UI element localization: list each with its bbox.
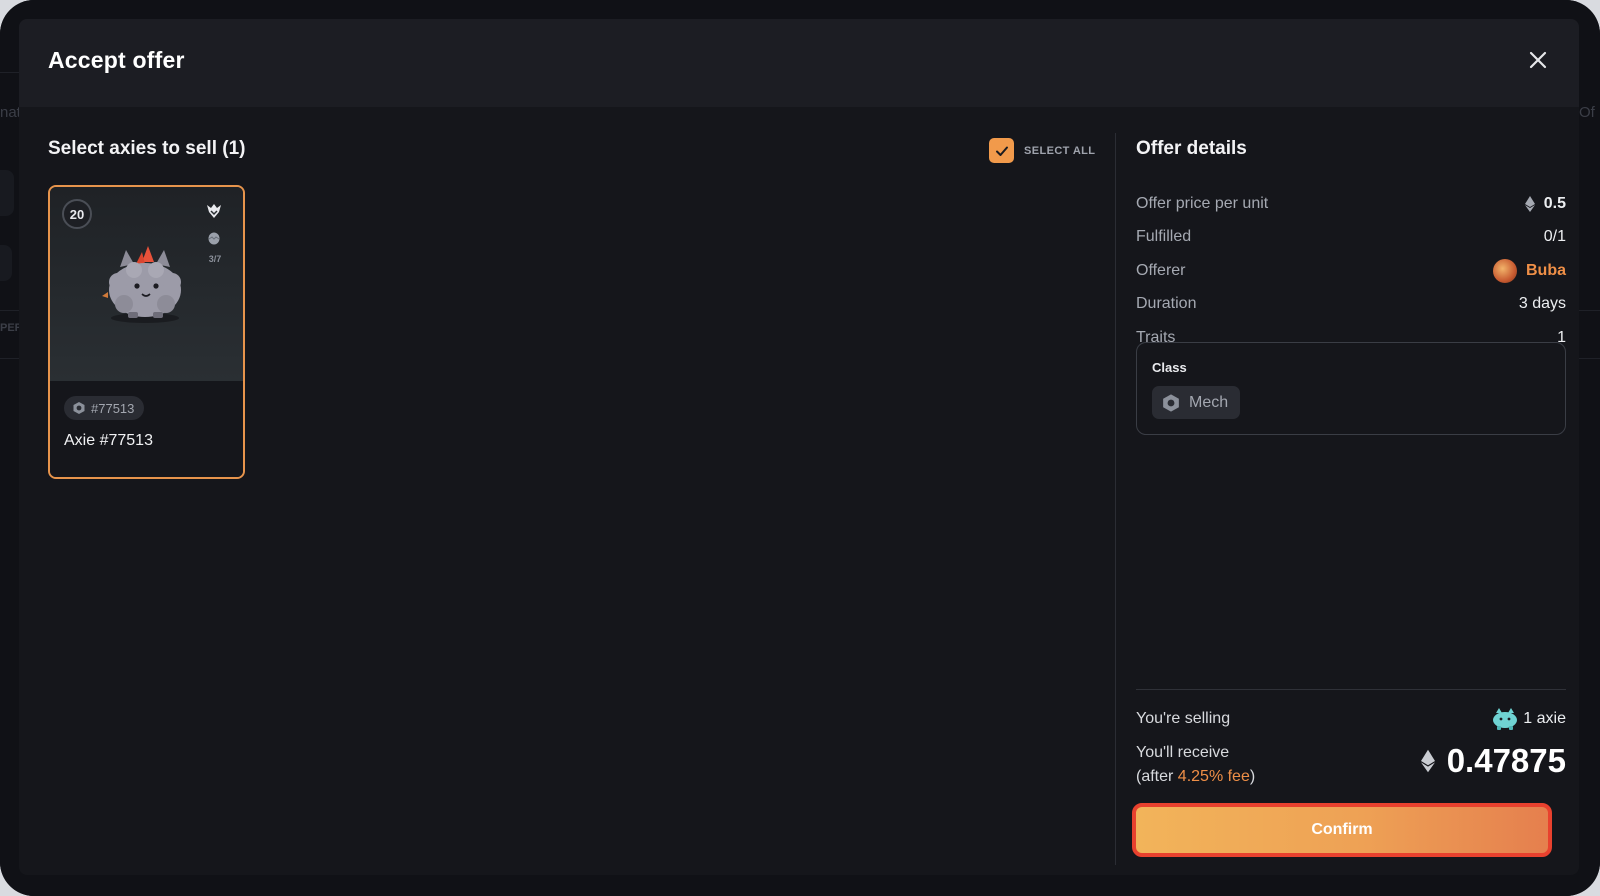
- offerer-link[interactable]: Buba: [1526, 262, 1566, 280]
- axie-name: Axie #77513: [64, 432, 153, 449]
- axie-illustration: [102, 246, 181, 323]
- selling-value: 1 axie: [1490, 707, 1566, 731]
- background-box: [0, 170, 14, 216]
- panel-divider: [1115, 133, 1116, 865]
- duration-row: Duration 3 days: [1136, 293, 1566, 315]
- background-divider: [1579, 358, 1600, 359]
- fulfilled-value: 0/1: [1543, 228, 1566, 245]
- axie-count-icon: [1493, 708, 1518, 730]
- axie-id-chip: #77513: [64, 396, 145, 420]
- receive-amount-value: 0.47875: [1446, 742, 1566, 779]
- mech-hexagon-icon: [1163, 393, 1179, 412]
- axie-id-label: #77513: [91, 400, 135, 416]
- accept-offer-modal: Accept offer Select axies to sell (1) SE…: [19, 19, 1579, 875]
- mech-hexagon-icon: [73, 402, 85, 414]
- select-all-toggle[interactable]: SELECT ALL: [989, 137, 1095, 164]
- class-trait-title: Class: [1152, 360, 1187, 375]
- offer-price-label: Offer price per unit: [1136, 195, 1269, 212]
- receive-prefix: (after: [1136, 768, 1178, 785]
- offer-price-row: Offer price per unit 0.5: [1136, 193, 1566, 215]
- offer-details-title: Offer details: [1136, 138, 1247, 159]
- breed-count: 3/7: [208, 254, 222, 264]
- background-text: Of: [1579, 104, 1595, 121]
- axie-card[interactable]: 20 3/7 #77513 Axie #77513: [48, 185, 245, 479]
- select-all-label: SELECT ALL: [1024, 144, 1096, 157]
- selling-count: 1 axie: [1523, 710, 1566, 727]
- select-axies-title: Select axies to sell (1): [48, 138, 246, 159]
- background-divider: [0, 72, 19, 73]
- receive-suffix: ): [1249, 768, 1256, 785]
- offerer-value: Buba: [1493, 259, 1566, 283]
- device-frame: nat PER Of Accept offer Select axies to …: [0, 0, 1600, 896]
- receive-label: You'll receive (after 4.25% fee): [1136, 741, 1255, 789]
- summary-divider: [1136, 689, 1566, 690]
- receive-label-line2: (after 4.25% fee): [1136, 765, 1255, 789]
- background-divider: [1579, 310, 1600, 311]
- class-trait-value: Mech: [1189, 393, 1229, 411]
- level-badge: 20: [62, 199, 92, 229]
- fee-text: 4.25% fee: [1177, 768, 1250, 785]
- mech-class-icon: [207, 204, 221, 218]
- receive-amount: 0.47875: [1420, 742, 1566, 780]
- duration-value: 3 days: [1518, 295, 1566, 312]
- eth-icon: [1420, 749, 1435, 773]
- class-trait-chip: Mech: [1152, 386, 1241, 419]
- traits-box: Class Mech: [1136, 342, 1566, 435]
- axie-image-area: 20 3/7: [50, 187, 243, 381]
- duration-label: Duration: [1136, 295, 1197, 312]
- select-all-checkbox[interactable]: [989, 138, 1014, 163]
- close-icon: [1529, 51, 1547, 69]
- offerer-row: Offerer Buba: [1136, 259, 1566, 283]
- modal-title: Accept offer: [48, 47, 185, 73]
- receive-label-line1: You'll receive: [1136, 744, 1230, 761]
- background-divider: [0, 310, 19, 311]
- selling-label: You're selling: [1136, 710, 1231, 727]
- fulfilled-label: Fulfilled: [1136, 228, 1192, 245]
- close-button[interactable]: [1527, 49, 1549, 71]
- offer-details-panel: Offer details Offer price per unit 0.5 F…: [1132, 133, 1566, 867]
- eth-icon: [1524, 196, 1535, 212]
- offer-price-amount: 0.5: [1543, 195, 1566, 212]
- fulfilled-row: Fulfilled 0/1: [1136, 226, 1566, 248]
- checkmark-icon: [995, 146, 1008, 156]
- offerer-label: Offerer: [1136, 262, 1186, 279]
- axie-card-info: #77513 Axie #77513: [50, 381, 243, 477]
- selling-row: You're selling 1 axie: [1136, 705, 1566, 733]
- background-divider: [0, 358, 19, 359]
- background-text: nat: [0, 104, 21, 121]
- avatar: [1493, 259, 1517, 283]
- confirm-button[interactable]: Confirm: [1132, 803, 1552, 857]
- breed-egg-icon: [208, 232, 220, 245]
- offer-price-value: 0.5: [1524, 195, 1566, 213]
- background-box: [0, 245, 12, 281]
- modal-header: Accept offer: [19, 19, 1579, 107]
